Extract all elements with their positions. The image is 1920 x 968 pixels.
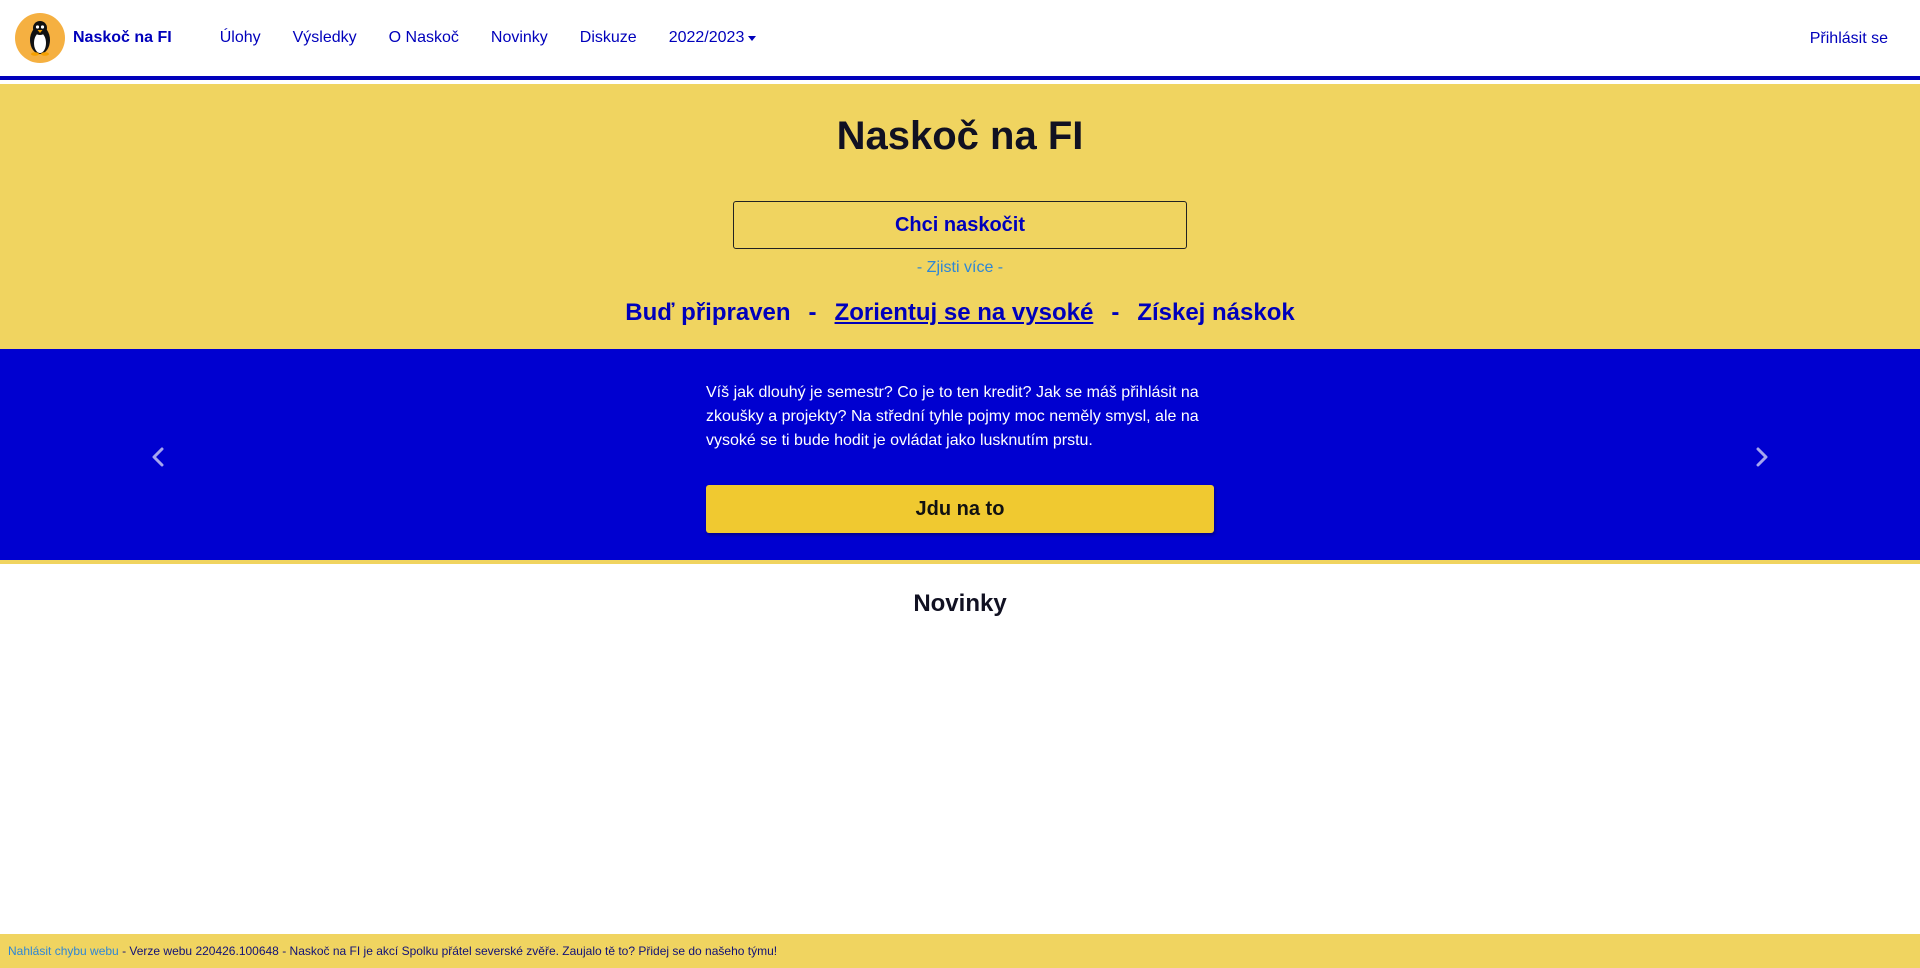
- footer-text: - Verze webu 220426.100648 - Naskoč na F…: [118, 944, 778, 958]
- pillar-separator: -: [808, 299, 817, 326]
- report-bug-link[interactable]: Nahlásit chybu webu: [8, 944, 119, 958]
- year-dropdown-label: 2022/2023: [668, 29, 745, 46]
- info-carousel: Víš jak dlouhý je semestr? Co je to ten …: [0, 349, 1920, 564]
- footer: Nahlásit chybu webu - Verze webu 220426.…: [0, 934, 1920, 968]
- login-link[interactable]: Přihlásit se: [1810, 30, 1888, 48]
- pillars-nav: Buď připraven - Zorientuj se na vysoké -…: [0, 299, 1920, 327]
- pillar-ziskej-naskok[interactable]: Získej náskok: [1137, 299, 1294, 327]
- nav-links: Úlohy Výsledky O Naskoč Novinky Diskuze …: [204, 29, 773, 47]
- hero-section: Naskoč na FI Chci naskočit - Zjisti více…: [0, 84, 1920, 349]
- learn-more-link[interactable]: - Zjisti více -: [0, 259, 1920, 277]
- caret-down-icon: [748, 35, 757, 41]
- pillar-separator: -: [1111, 299, 1120, 326]
- chevron-left-icon[interactable]: [146, 445, 170, 469]
- pillar-zorientuj-se[interactable]: Zorientuj se na vysoké: [835, 299, 1094, 327]
- pillar-bud-pripraven[interactable]: Buď připraven: [625, 299, 790, 327]
- chevron-right-icon[interactable]: [1750, 445, 1774, 469]
- nav-link-ulohy[interactable]: Úlohy: [204, 29, 277, 47]
- top-navbar: Naskoč na FI Úlohy Výsledky O Naskoč Nov…: [0, 0, 1920, 80]
- brand-name: Naskoč na FI: [73, 29, 172, 46]
- join-button[interactable]: Chci naskočit: [733, 201, 1187, 249]
- carousel-text: Víš jak dlouhý je semestr? Co je to ten …: [706, 384, 1199, 449]
- go-button[interactable]: Jdu na to: [706, 485, 1214, 533]
- nav-link-novinky[interactable]: Novinky: [475, 29, 564, 47]
- nav-link-o-naskoc[interactable]: O Naskoč: [373, 29, 475, 47]
- page-title: Naskoč na FI: [836, 114, 1084, 158]
- news-heading: Novinky: [913, 590, 1007, 617]
- brand-link[interactable]: Naskoč na FI: [15, 13, 172, 63]
- penguin-icon: [15, 13, 65, 63]
- year-dropdown[interactable]: 2022/2023: [653, 29, 773, 47]
- nav-link-diskuze[interactable]: Diskuze: [564, 29, 653, 47]
- nav-link-vysledky[interactable]: Výsledky: [277, 29, 373, 47]
